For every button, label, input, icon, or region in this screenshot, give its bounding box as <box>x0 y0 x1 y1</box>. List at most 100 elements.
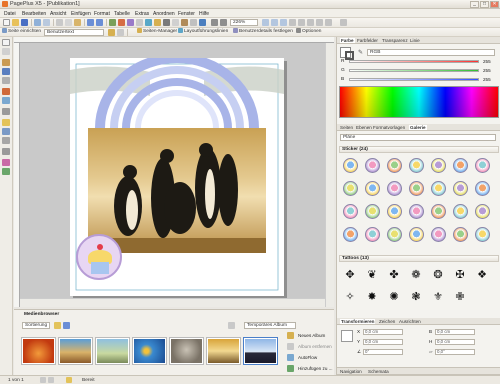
sticker-item[interactable] <box>431 204 446 219</box>
stickers-section-header[interactable]: Sticker (24) <box>339 146 499 153</box>
tab-transparenz[interactable]: Transparenz <box>382 38 408 43</box>
tattoo-item[interactable]: ✥ <box>343 268 357 282</box>
channel-g-slider[interactable] <box>349 69 479 72</box>
zoom-in-icon[interactable] <box>220 19 227 26</box>
picture-tool-icon[interactable] <box>2 119 10 126</box>
sticker-item[interactable] <box>453 158 468 173</box>
table-icon[interactable] <box>136 19 143 26</box>
web-icon[interactable] <box>109 19 116 26</box>
text-tool-icon[interactable] <box>2 68 10 75</box>
update-icon[interactable] <box>117 29 124 36</box>
y-field[interactable]: 0,0 cm <box>363 339 403 345</box>
tab-ausrichten[interactable]: Ausrichten <box>399 319 421 324</box>
sticker-item[interactable] <box>343 181 358 196</box>
zoom-tool-icon[interactable] <box>2 168 10 175</box>
horizontal-ruler[interactable] <box>14 37 334 43</box>
special-chars-icon[interactable] <box>316 19 323 26</box>
tab-schemata[interactable]: Schemata <box>368 369 389 374</box>
sticker-item[interactable] <box>475 181 490 196</box>
sticker-item[interactable] <box>365 158 380 173</box>
thumbnail-flower[interactable] <box>22 338 55 364</box>
menu-anordnen[interactable]: Anordnen <box>153 11 175 17</box>
fit-page-icon[interactable] <box>262 19 269 26</box>
menu-tabelle[interactable]: Tabelle <box>114 11 130 17</box>
tab-linie[interactable]: Linie <box>410 38 420 43</box>
guides-icon[interactable] <box>289 19 296 26</box>
thumbnail-desert[interactable] <box>59 338 92 364</box>
tattoo-item[interactable]: ✙ <box>453 290 467 304</box>
line-swatch[interactable] <box>345 51 354 60</box>
crop-tool-icon[interactable] <box>2 59 10 66</box>
menu-ansicht[interactable]: Ansicht <box>50 11 66 17</box>
tattoo-item[interactable]: ✺ <box>387 290 401 304</box>
horizontal-scrollbar[interactable] <box>20 298 325 307</box>
vertical-ruler[interactable] <box>14 43 20 307</box>
sticker-item[interactable] <box>409 158 424 173</box>
table-tool-icon[interactable] <box>2 128 10 135</box>
page-setup-button[interactable]: Seite einrichten <box>2 28 41 35</box>
album-select[interactable]: Temporäres Album <box>244 322 296 329</box>
tab-farbe[interactable]: Farbe <box>340 38 355 43</box>
shear-field[interactable]: 0,0° <box>435 349 475 355</box>
width-field[interactable]: 0,0 cm <box>435 329 475 335</box>
minimize-button[interactable]: _ <box>470 1 479 8</box>
new-album-icon[interactable] <box>287 332 294 339</box>
sticker-item[interactable] <box>343 158 358 173</box>
tab-zeichen[interactable]: Zeichen <box>379 319 395 324</box>
user-details-button[interactable]: Benutzerdetails festlegen <box>233 28 293 35</box>
undo-icon[interactable] <box>87 19 94 26</box>
pointer-tool-icon[interactable] <box>2 39 10 46</box>
tab-ebenen[interactable]: Ebenen <box>356 125 372 130</box>
sticker-item[interactable] <box>453 204 468 219</box>
menu-einfuegen[interactable]: Einfügen <box>71 11 91 17</box>
menu-format[interactable]: Format <box>94 11 110 17</box>
tab-transformieren[interactable]: Transformieren <box>340 319 376 324</box>
tattoo-item[interactable]: ✧ <box>343 290 357 304</box>
x-field[interactable]: 0,0 cm <box>363 329 403 335</box>
gallery-category-select[interactable]: Pläne <box>340 134 496 141</box>
sticker-item[interactable] <box>453 181 468 196</box>
add-files-label[interactable]: Hinzufügen zu ... <box>298 366 332 371</box>
sticker-item[interactable] <box>387 204 402 219</box>
effects-tool-icon[interactable] <box>2 159 10 166</box>
insert-user-text-icon[interactable] <box>108 29 115 36</box>
refresh-icon[interactable] <box>63 322 70 329</box>
remove-album-label[interactable]: Album entfernen <box>298 344 332 349</box>
grid-toggle-icon[interactable] <box>298 19 305 26</box>
color-spectrum[interactable] <box>339 86 499 118</box>
frame-tool-icon[interactable] <box>2 77 10 84</box>
pen-tool-icon[interactable] <box>2 88 10 95</box>
thumbnail-penguins[interactable] <box>244 338 277 364</box>
zoom-out-icon[interactable] <box>211 19 218 26</box>
preview-icon[interactable] <box>43 19 50 26</box>
channel-b-slider[interactable] <box>349 78 479 81</box>
menu-hilfe[interactable]: Hilfe <box>199 11 209 17</box>
sticker-item[interactable] <box>409 204 424 219</box>
frames-toggle-icon[interactable] <box>307 19 314 26</box>
full-width-icon[interactable] <box>271 19 278 26</box>
sticker-item[interactable] <box>475 227 490 242</box>
autoflow-icon[interactable] <box>287 354 294 361</box>
channel-r-slider[interactable] <box>349 60 479 63</box>
tattoo-item[interactable]: ❦ <box>365 268 379 282</box>
sticker-item[interactable] <box>387 227 402 242</box>
maximize-button[interactable]: □ <box>480 1 489 8</box>
picture-icon[interactable] <box>145 19 152 26</box>
sticker-item[interactable] <box>409 181 424 196</box>
eyedropper-icon[interactable]: ✎ <box>358 49 363 56</box>
tattoo-item[interactable]: ✠ <box>453 268 467 282</box>
new-album-label[interactable]: Neues Album <box>298 333 325 338</box>
tab-seiten[interactable]: Seiten <box>340 125 353 130</box>
paste-icon[interactable] <box>74 19 81 26</box>
menu-datei[interactable]: Datei <box>4 11 16 17</box>
publish-icon[interactable] <box>118 19 125 26</box>
chart-icon[interactable] <box>154 19 161 26</box>
tattoo-item[interactable]: ❁ <box>409 268 423 282</box>
shape-tool-icon[interactable] <box>2 108 10 115</box>
tab-galerie[interactable]: Galerie <box>409 125 427 130</box>
menu-extras[interactable]: Extras <box>135 11 149 17</box>
cupcake-sticker[interactable] <box>76 234 122 280</box>
page-manager-button[interactable]: Seiten-Manager <box>137 28 177 35</box>
tab-farbfelder[interactable]: Farbfelder <box>357 38 378 43</box>
sticker-item[interactable] <box>431 158 446 173</box>
